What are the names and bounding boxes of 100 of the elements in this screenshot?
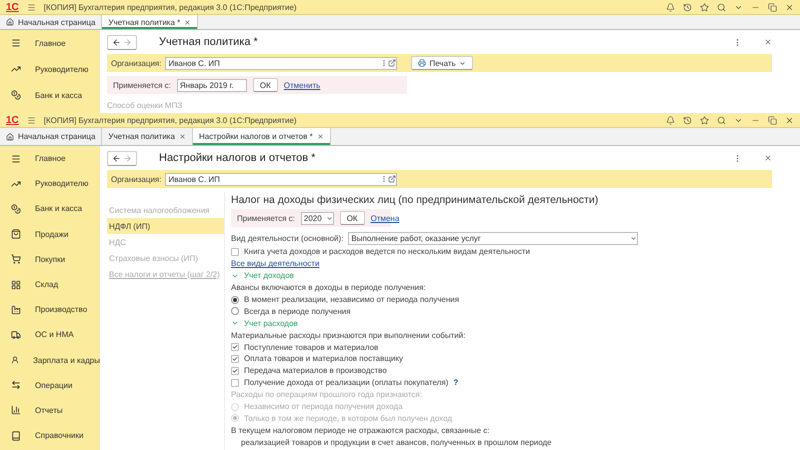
cancel-link[interactable]: Отмена [370, 214, 400, 222]
checkbox[interactable] [231, 343, 239, 352]
factory-icon [11, 304, 21, 315]
organization-field[interactable]: Иванов С. ИП [165, 56, 398, 70]
sidebar-item[interactable]: Банк и касса [0, 82, 100, 108]
search-icon[interactable] [717, 2, 726, 12]
restore-icon[interactable] [768, 2, 777, 12]
sidebar-item[interactable]: Склад [0, 272, 100, 298]
ok-button[interactable]: ОК [340, 211, 365, 225]
sidebar-label: Главное [35, 154, 66, 164]
print-button[interactable]: Печать [411, 56, 473, 70]
sidebar-item[interactable]: Зарплата и кадры [0, 348, 100, 373]
sidebar-item[interactable]: Продажи [0, 222, 100, 247]
section-title: Налог на доходы физических лиц (по предпринимательской деятельности) [231, 193, 600, 208]
bag-icon [11, 229, 21, 240]
navigation-buttons[interactable] [107, 150, 137, 166]
open-icon[interactable] [388, 175, 396, 183]
sidebar-item[interactable]: Банк и касса [0, 196, 100, 222]
sidebar-label: Руководителю [35, 179, 88, 188]
sidebar-item[interactable]: Покупки [0, 246, 100, 272]
activities-link[interactable]: Все виды деятельности [231, 259, 320, 268]
nav-item[interactable]: НДФЛ (ИП) [107, 218, 224, 234]
close-icon[interactable] [184, 18, 192, 26]
open-icon[interactable] [388, 59, 396, 67]
person-icon [11, 355, 20, 366]
close-icon[interactable] [178, 133, 186, 140]
sidebar-item[interactable]: Отчеты [0, 398, 100, 424]
date-field[interactable]: 2020 [300, 212, 334, 224]
applies-label: Применяется с: [237, 214, 295, 222]
home-icon [6, 132, 14, 140]
section-header[interactable]: Учет доходов [244, 271, 294, 280]
close-icon[interactable] [764, 38, 772, 46]
radio-button[interactable] [231, 296, 239, 304]
sidebar-item[interactable]: Руководителю [0, 171, 100, 196]
sidebar-item[interactable]: Главное [0, 146, 100, 172]
spin-icon[interactable] [326, 214, 333, 222]
sidebar-label: Продажи [35, 230, 68, 239]
close-icon[interactable] [764, 154, 772, 162]
sidebar-item[interactable]: Главное [0, 30, 100, 56]
organization-label: Организация: [111, 174, 162, 184]
menu-icon [11, 38, 21, 48]
coins-icon [11, 204, 21, 214]
star-icon[interactable] [700, 2, 709, 12]
radio-button[interactable] [231, 307, 239, 316]
bell-icon[interactable] [666, 2, 675, 12]
sidebar-item[interactable]: Справочники [0, 423, 100, 448]
home-icon [6, 18, 14, 26]
truck-icon [11, 330, 21, 340]
grid-icon [11, 280, 21, 290]
tab[interactable]: Начальная страница [0, 128, 102, 145]
caret-icon[interactable] [630, 235, 638, 242]
date-field[interactable]: Январь 2019 г. [176, 78, 247, 92]
trend-chart-icon [11, 178, 21, 189]
sidebar-label: Справочники [35, 431, 84, 440]
section-header[interactable]: Учет расходов [244, 318, 298, 328]
organization-field[interactable]: Иванов С. ИП [165, 172, 398, 186]
sidebar-item[interactable]: Производство [0, 297, 100, 322]
star-icon[interactable] [700, 116, 709, 124]
checkbox[interactable] [231, 248, 239, 256]
help-mark[interactable]: ? [453, 378, 458, 388]
sidebar-item[interactable]: Руководителю [0, 56, 100, 82]
ok-button[interactable]: ОК [252, 78, 278, 92]
menu-icon[interactable] [26, 2, 36, 12]
sidebar-label: Производство [35, 305, 88, 314]
close-icon[interactable] [316, 133, 324, 140]
close-icon[interactable] [785, 2, 794, 12]
menu-icon[interactable] [26, 116, 36, 124]
radio-label: Всегда в периоде получения [244, 306, 351, 316]
note-text: реализацией товаров и продукции в счет авансов, полученных в прошлом периоде [241, 438, 552, 447]
group-caption: Материальные расходы признаются при выполнении событий: [231, 330, 466, 340]
bell-icon[interactable] [666, 116, 675, 124]
sidebar-label: Зарплата и кадры [33, 356, 100, 365]
back-icon[interactable] [112, 154, 121, 162]
restore-icon[interactable] [768, 116, 777, 124]
checkbox[interactable] [231, 354, 239, 363]
form-title: Учетная политика * [159, 36, 258, 48]
checkbox[interactable] [231, 378, 239, 387]
history-icon[interactable] [683, 116, 692, 124]
group-caption: В текущем налоговом периоде не отражаются расходы, связанные с: [231, 426, 490, 435]
coins-icon [11, 90, 21, 100]
history-icon[interactable] [683, 2, 692, 12]
cancel-link[interactable]: Отменить [284, 80, 320, 90]
applies-label: Применяется с: [113, 80, 171, 90]
checkbox[interactable] [231, 366, 239, 375]
navigation-buttons[interactable] [107, 34, 137, 50]
search-icon[interactable] [717, 116, 726, 124]
bar-chart-icon [11, 405, 21, 416]
caret-icon [458, 60, 466, 66]
back-icon[interactable] [112, 38, 121, 46]
menu-icon [11, 154, 21, 164]
organization-label: Организация: [111, 58, 162, 68]
sidebar-item[interactable]: ОС и НМА [0, 322, 100, 348]
cart-icon [11, 254, 21, 264]
checkbox-label: Поступление товаров и материалов [244, 342, 378, 352]
sidebar-item[interactable]: Операции [0, 372, 100, 398]
tab[interactable]: Учетная политика * [102, 15, 198, 29]
activity-select[interactable]: Выполнение работ, оказание услуг [348, 232, 638, 245]
close-icon[interactable] [785, 116, 794, 124]
tab[interactable]: Настройки налогов и отчетов * [192, 128, 331, 145]
field-label: Вид деятельности (основной): [231, 234, 344, 243]
